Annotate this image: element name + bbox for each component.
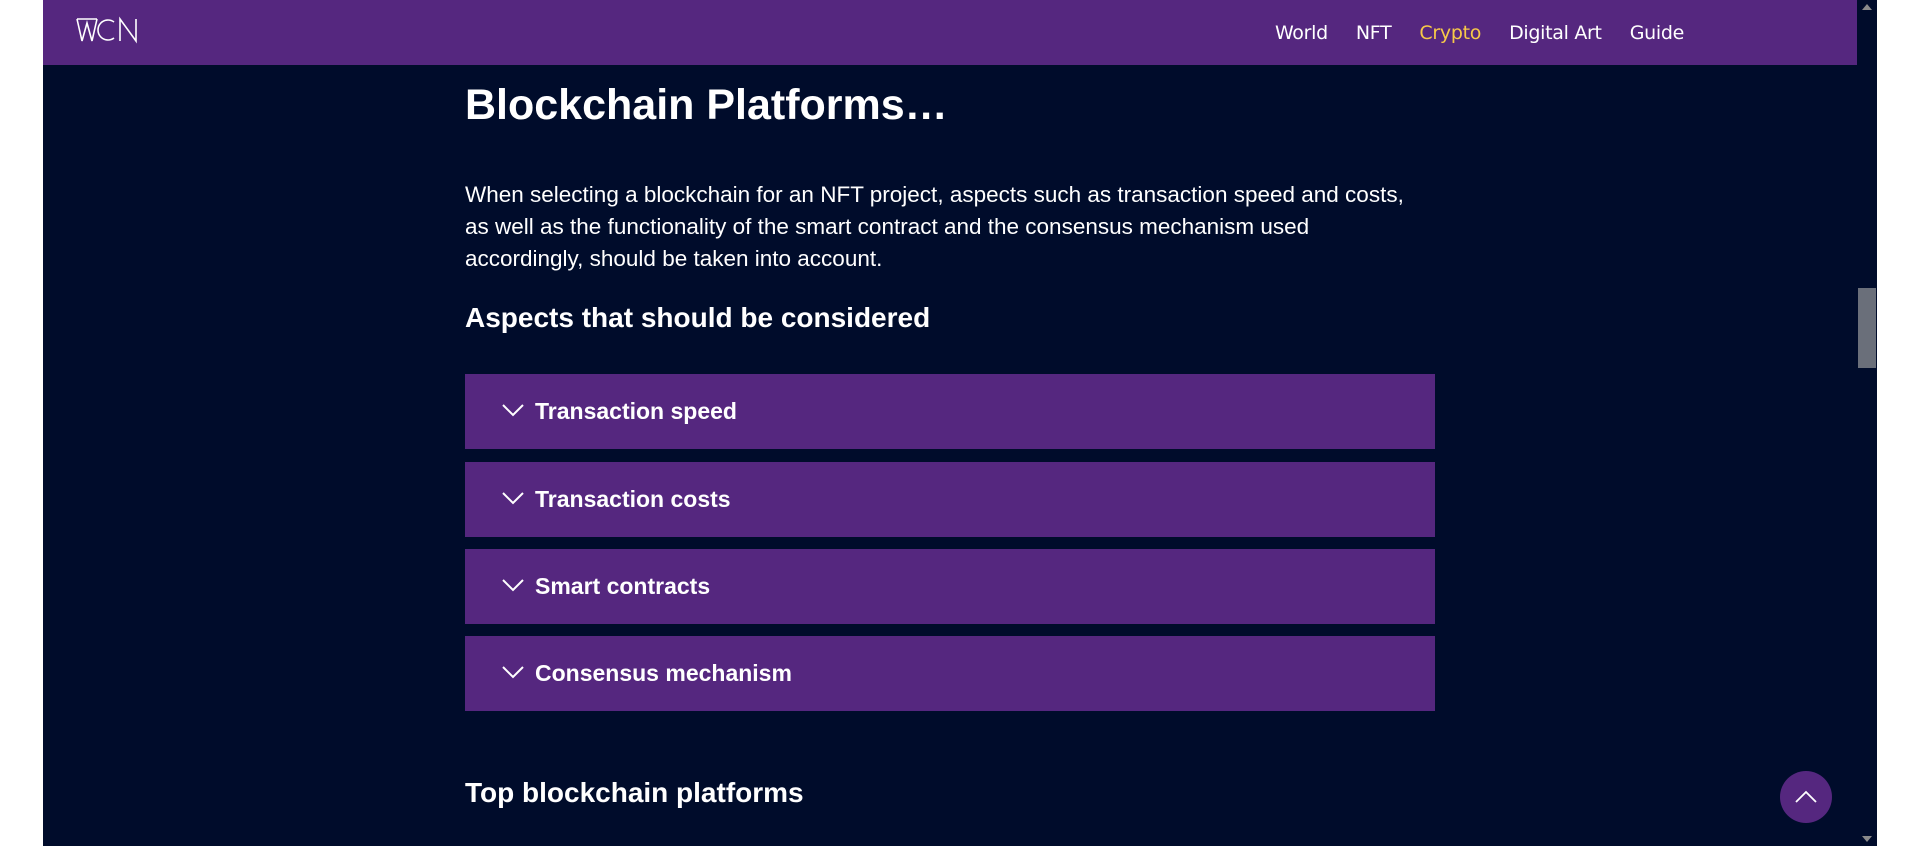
accordion-consensus-mechanism[interactable]: Consensus mechanism [465, 636, 1435, 711]
accordion-label: Transaction speed [535, 398, 737, 424]
wcn-logo-icon [76, 16, 137, 44]
chevron-down-icon [502, 666, 524, 679]
main-navigation: World NFT Crypto Digital Art Guide [1275, 0, 1684, 65]
accordion-label: Consensus mechanism [535, 660, 792, 686]
nav-link-digital-art[interactable]: Digital Art [1509, 22, 1602, 44]
vertical-scrollbar[interactable] [1857, 0, 1877, 846]
scrollbar-thumb[interactable] [1858, 288, 1876, 368]
top-platforms-heading: Top blockchain platforms [465, 777, 804, 808]
scroll-down-arrow-icon[interactable] [1862, 836, 1872, 842]
accordion-label: Transaction costs [535, 486, 731, 512]
nav-link-world[interactable]: World [1275, 22, 1328, 44]
chevron-down-icon [502, 579, 524, 592]
aspects-heading: Aspects that should be considered [465, 302, 931, 333]
scroll-to-top-button[interactable] [1780, 771, 1832, 823]
chevron-up-icon [1795, 790, 1817, 803]
accordion-transaction-costs[interactable]: Transaction costs [465, 462, 1435, 537]
accordion-smart-contracts[interactable]: Smart contracts [465, 549, 1435, 624]
accordion-transaction-speed[interactable]: Transaction speed [465, 374, 1435, 449]
scroll-up-arrow-icon[interactable] [1862, 4, 1872, 10]
site-logo[interactable] [76, 16, 140, 44]
page-title: Blockchain Platforms… [465, 81, 948, 129]
nav-link-crypto[interactable]: Crypto [1419, 22, 1481, 44]
nav-link-nft[interactable]: NFT [1356, 22, 1392, 44]
top-navbar: World NFT Crypto Digital Art Guide [43, 0, 1857, 65]
chevron-down-icon [502, 404, 524, 417]
chevron-down-icon [502, 492, 524, 505]
accordion-label: Smart contracts [535, 573, 711, 599]
page: World NFT Crypto Digital Art Guide Block… [43, 0, 1857, 846]
nav-link-guide[interactable]: Guide [1630, 22, 1685, 44]
intro-paragraph: When selecting a blockchain for an NFT p… [465, 182, 1404, 271]
